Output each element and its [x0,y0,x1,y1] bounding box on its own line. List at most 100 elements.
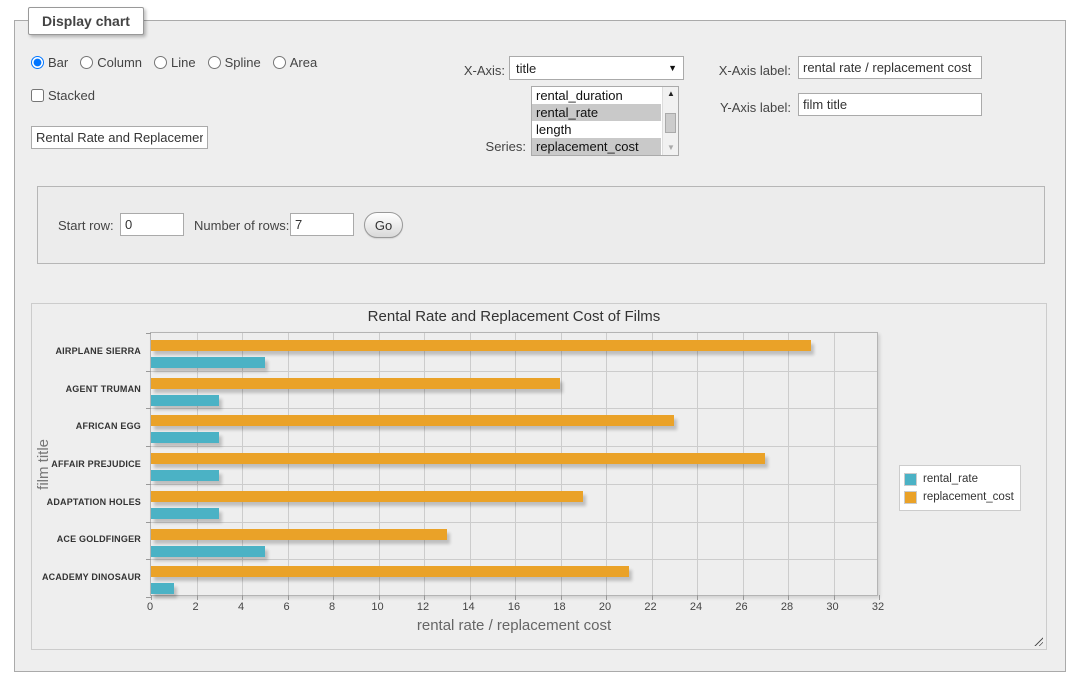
scroll-down-icon[interactable]: ▼ [663,141,679,155]
chart-type-option-column[interactable]: Column [80,55,142,70]
series-option-rental_duration[interactable]: rental_duration [532,87,661,104]
chart-type-radio-group: Bar Column Line Spline Area [31,55,317,70]
x-axis-select[interactable]: title ▼ [509,56,684,80]
x-tick-label: 8 [312,601,352,613]
chart-type-option-area[interactable]: Area [273,55,317,70]
chart-type-option-line[interactable]: Line [154,55,196,70]
y-category-label: AFFAIR PREJUDICE [32,459,141,469]
x-tick-label: 26 [722,601,762,613]
scroll-up-icon[interactable]: ▲ [663,87,679,101]
bar-replacement_cost [151,453,765,464]
chart-type-radio-area[interactable] [273,56,286,69]
x-tick-label: 10 [358,601,398,613]
chart-type-radio-label: Bar [48,55,68,70]
bar-rental_rate [151,432,219,443]
x-tick-mark [288,595,289,600]
series-list-scrollbar[interactable]: ▲ ▼ [662,87,678,155]
chart-type-radio-line[interactable] [154,56,167,69]
legend-label: replacement_cost [923,491,1014,503]
chart-area: Rental Rate and Replacement Cost of Film… [31,303,1047,650]
bar-rental_rate [151,395,219,406]
series-option-replacement_cost[interactable]: replacement_cost [532,138,661,155]
gridline [151,408,877,409]
x-tick-label: 22 [631,601,671,613]
bar-replacement_cost [151,529,447,540]
chart-type-radio-bar[interactable] [31,56,44,69]
legend-label: rental_rate [923,473,978,485]
x-axis-select-label: X-Axis: [435,63,505,78]
x-tick-label: 20 [585,601,625,613]
stacked-option[interactable]: Stacked [31,88,95,103]
rows-form: Start row: Number of rows: Go [37,186,1045,264]
gridline [151,484,877,485]
chart-type-radio-label: Column [97,55,142,70]
bar-replacement_cost [151,491,583,502]
bar-rental_rate [151,546,265,557]
y-category-label: AGENT TRUMAN [32,384,141,394]
x-axis-label-label: X-Axis label: [705,63,791,78]
series-option-length[interactable]: length [532,121,661,138]
number-of-rows-input[interactable] [290,213,354,236]
chart-type-radio-column[interactable] [80,56,93,69]
x-tick-label: 4 [221,601,261,613]
x-tick-mark [652,595,653,600]
chart-legend: rental_rate replacement_cost [899,465,1021,511]
start-row-label: Start row: [58,218,114,233]
number-of-rows-label: Number of rows: [194,218,289,233]
bar-rental_rate [151,508,219,519]
stacked-label: Stacked [48,88,95,103]
chart-type-radio-spline[interactable] [208,56,221,69]
x-tick-mark [788,595,789,600]
chart-title-input[interactable] [31,126,208,149]
y-category-label: ADAPTATION HOLES [32,497,141,507]
x-tick-mark [197,595,198,600]
x-tick-mark [515,595,516,600]
y-tick-mark [146,371,151,372]
y-axis-label-label: Y-Axis label: [705,100,791,115]
display-chart-panel: BarColumnLineSplineArea Stacked X-Axis: … [14,20,1066,672]
x-tick-mark [561,595,562,600]
x-tick-mark [151,595,152,600]
chart-x-axis-title: rental rate / replacement cost [314,617,714,634]
x-tick-mark [333,595,334,600]
y-tick-mark [146,484,151,485]
x-tick-label: 18 [540,601,580,613]
gridline [151,559,877,560]
bar-replacement_cost [151,340,811,351]
series-option-rental_rate[interactable]: rental_rate [532,104,661,121]
legend-swatch-icon [904,473,917,486]
go-button[interactable]: Go [364,212,403,238]
y-axis-label-input[interactable] [798,93,982,116]
x-tick-label: 24 [676,601,716,613]
y-tick-mark [146,597,151,598]
chart-title: Rental Rate and Replacement Cost of Film… [150,308,878,325]
y-tick-mark [146,408,151,409]
y-category-label: ACADEMY DINOSAUR [32,572,141,582]
x-tick-mark [697,595,698,600]
bar-rental_rate [151,583,174,594]
gridline [788,333,789,595]
gridline [151,446,877,447]
x-axis-selected-value: title [516,61,536,76]
start-row-input[interactable] [120,213,184,236]
bar-replacement_cost [151,566,629,577]
chart-type-radio-label: Line [171,55,196,70]
x-tick-label: 16 [494,601,534,613]
x-axis-label-input[interactable] [798,56,982,79]
legend-item-rental_rate: rental_rate [904,470,1014,488]
x-tick-mark [606,595,607,600]
gridline [151,522,877,523]
x-tick-label: 14 [449,601,489,613]
chart-type-option-bar[interactable]: Bar [31,55,68,70]
series-multiselect[interactable]: ▲ ▼ rental_durationrental_ratelengthrepl… [531,86,679,156]
scrollbar-thumb[interactable] [665,113,676,133]
x-tick-mark [424,595,425,600]
y-category-label: AFRICAN EGG [32,421,141,431]
y-tick-mark [146,522,151,523]
y-category-label: AIRPLANE SIERRA [32,346,141,356]
resize-handle-icon[interactable] [1033,636,1043,646]
stacked-checkbox[interactable] [31,89,44,102]
chart-type-option-spline[interactable]: Spline [208,55,261,70]
legend-item-replacement_cost: replacement_cost [904,488,1014,506]
y-tick-mark [146,446,151,447]
